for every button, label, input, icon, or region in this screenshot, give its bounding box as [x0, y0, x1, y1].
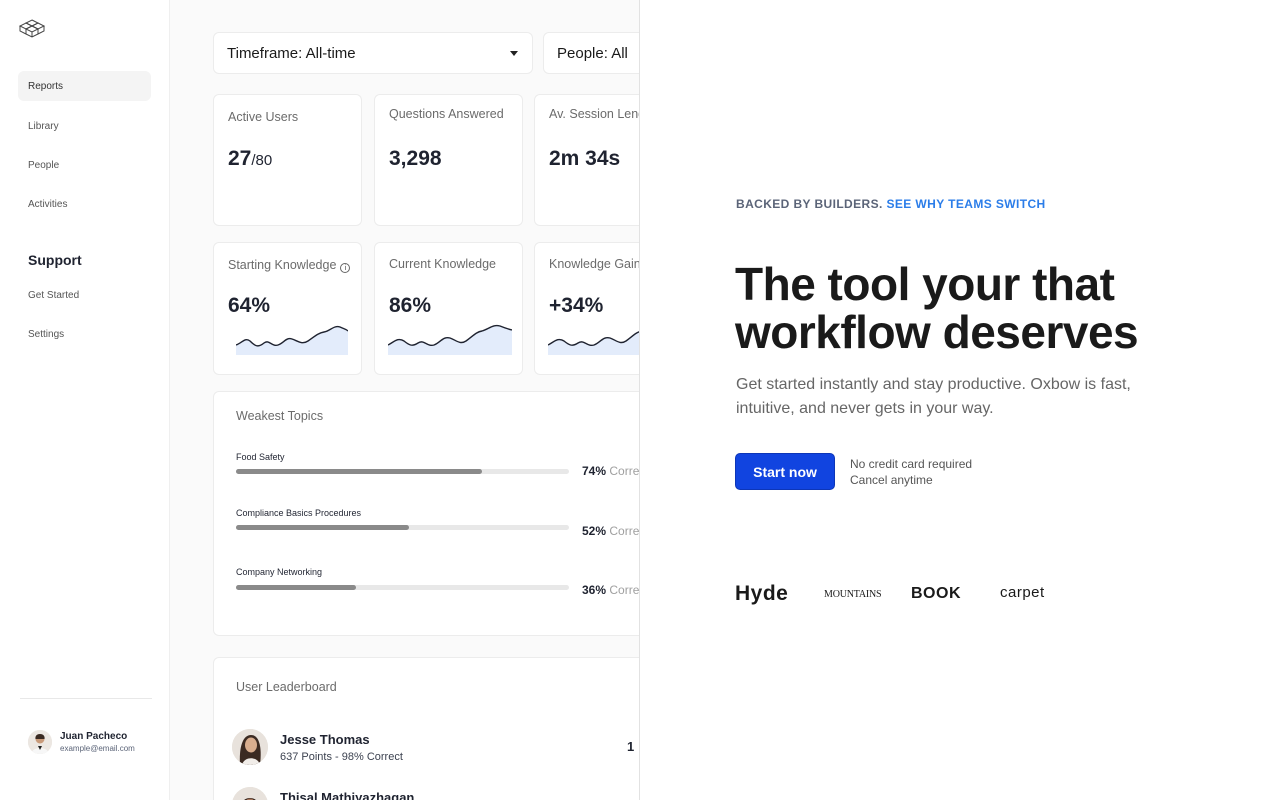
support-heading: Support — [28, 252, 82, 268]
brand-logo-carpet: carpet — [1000, 584, 1045, 601]
topic-percent: 74% Correct — [582, 464, 639, 478]
stat-label: Questions Answered — [389, 107, 504, 121]
sidebar-item-get-started[interactable]: Get Started — [18, 280, 151, 310]
stat-value: 86% — [389, 294, 432, 317]
hero-subtext: Get started instantly and stay productiv… — [736, 376, 1131, 417]
stat-suffix: /80 — [251, 152, 273, 169]
sidebar-item-label: Settings — [28, 329, 65, 340]
sidebar-item-label: Library — [28, 121, 59, 132]
leaderboard-rank: 1 — [627, 739, 635, 754]
topic-name: Food Safety — [236, 452, 285, 462]
topic-name: Company Networking — [236, 567, 323, 577]
profile-email: example@email.com — [60, 744, 135, 753]
cta-note: No credit card required Cancel anytime — [850, 456, 972, 488]
sidebar-item-people[interactable]: People — [18, 150, 151, 180]
info-icon[interactable]: i — [340, 263, 351, 273]
stat-card-questions-answered: Questions Answered 3,298 — [374, 94, 523, 226]
people-select[interactable]: People: All — [543, 32, 639, 74]
brand-logo-mountains: MOUNTAINS — [824, 589, 882, 600]
leaderboard-meta: 637 Points - 98% Correct — [280, 751, 403, 763]
sidebar-item-label: Get Started — [28, 290, 80, 301]
sidebar-item-reports[interactable]: Reports — [18, 71, 151, 101]
stat-card-starting-knowledge: Starting Knowledge i 64% — [213, 242, 362, 375]
topic-percent: 52% Correct — [582, 524, 639, 538]
user-profile[interactable]: Juan Pacheco example@email.com — [28, 730, 158, 756]
stat-label: Current Knowledge — [389, 257, 497, 271]
sidebar: Reports Library People Activities Suppor… — [0, 0, 170, 800]
sparkline-chart — [388, 324, 512, 355]
sidebar-item-label: Activities — [28, 199, 68, 210]
topic-progress-fill — [236, 525, 410, 530]
stat-label: Knowledge Gain — [549, 257, 639, 271]
weakest-topics-panel: Weakest Topics Food Safety 74% Correct C… — [213, 391, 639, 636]
no-credit-card-text: No credit card required — [850, 457, 973, 471]
sidebar-item-library[interactable]: Library — [18, 111, 151, 141]
panel-title: Weakest Topics — [236, 409, 324, 423]
sparkline-chart — [236, 325, 348, 355]
dashboard-preview: Reports Library People Activities Suppor… — [0, 0, 639, 800]
panel-title: User Leaderboard — [236, 680, 337, 694]
leaderboard-name: Jesse Thomas — [280, 732, 370, 747]
people-select-value: People: All — [557, 45, 628, 62]
timeframe-select-value: Timeframe: All-time — [227, 45, 356, 62]
sidebar-divider — [20, 698, 152, 699]
stat-value: +34% — [549, 294, 604, 317]
sidebar-item-settings[interactable]: Settings — [18, 319, 151, 349]
profile-name: Juan Pacheco — [60, 731, 128, 742]
stat-card-knowledge-gain: Knowledge Gain +34% — [534, 242, 639, 375]
sidebar-item-label: People — [28, 160, 60, 171]
topic-percent: 36% Correct — [582, 583, 639, 597]
sidebar-item-activities[interactable]: Activities — [18, 189, 151, 219]
caret-down-icon — [510, 51, 518, 56]
avatar — [28, 730, 52, 754]
leaderboard-row[interactable]: Thisal Mathiyazhagan 2 — [232, 787, 639, 800]
start-now-button[interactable]: Start now — [735, 453, 835, 490]
leaderboard-panel: User Leaderboard Jesse Thomas 637 Points… — [213, 657, 639, 800]
stat-label: Active Users — [228, 110, 299, 124]
topic-progress-track — [236, 525, 569, 530]
cancel-anytime-text: Cancel anytime — [850, 473, 933, 487]
topic-name: Compliance Basics Procedures — [236, 508, 362, 518]
hero-headline: The tool your that workflow deserves — [735, 258, 1139, 358]
topic-progress-track — [236, 469, 569, 474]
stat-value: 2m 34s — [549, 147, 621, 170]
avatar — [232, 729, 268, 765]
avatar — [232, 787, 268, 800]
sparkline-chart — [548, 331, 639, 355]
topic-progress-fill — [236, 585, 356, 590]
leaderboard-row[interactable]: Jesse Thomas 637 Points - 98% Correct 1 — [232, 729, 639, 769]
topic-progress-track — [236, 585, 569, 590]
stat-value: 27/80 — [228, 147, 273, 170]
brand-logo-book: BOOK — [911, 585, 961, 602]
stat-value: 3,298 — [389, 147, 442, 170]
stat-card-session-length: Av. Session Length 2m 34s — [534, 94, 639, 226]
stat-label: Av. Session Length — [549, 107, 639, 121]
brand-logo-hyde: Hyde — [735, 582, 789, 605]
preview-divider — [639, 0, 640, 800]
see-why-link[interactable]: SEE WHY TEAMS SWITCH — [886, 197, 1045, 211]
topic-progress-fill — [236, 469, 483, 474]
stat-label: Starting Knowledge i — [228, 258, 351, 273]
app-logo-icon — [18, 19, 46, 38]
sidebar-item-label: Reports — [28, 81, 64, 92]
eyebrow-text: BACKED BY BUILDERS. SEE WHY TEAMS SWITCH — [736, 197, 1046, 211]
stat-card-current-knowledge: Current Knowledge 86% — [374, 242, 523, 375]
leaderboard-name: Thisal Mathiyazhagan — [280, 790, 415, 800]
timeframe-select[interactable]: Timeframe: All-time — [213, 32, 533, 74]
stat-card-active-users: Active Users 27/80 — [213, 94, 362, 226]
stat-value: 64% — [228, 294, 271, 317]
